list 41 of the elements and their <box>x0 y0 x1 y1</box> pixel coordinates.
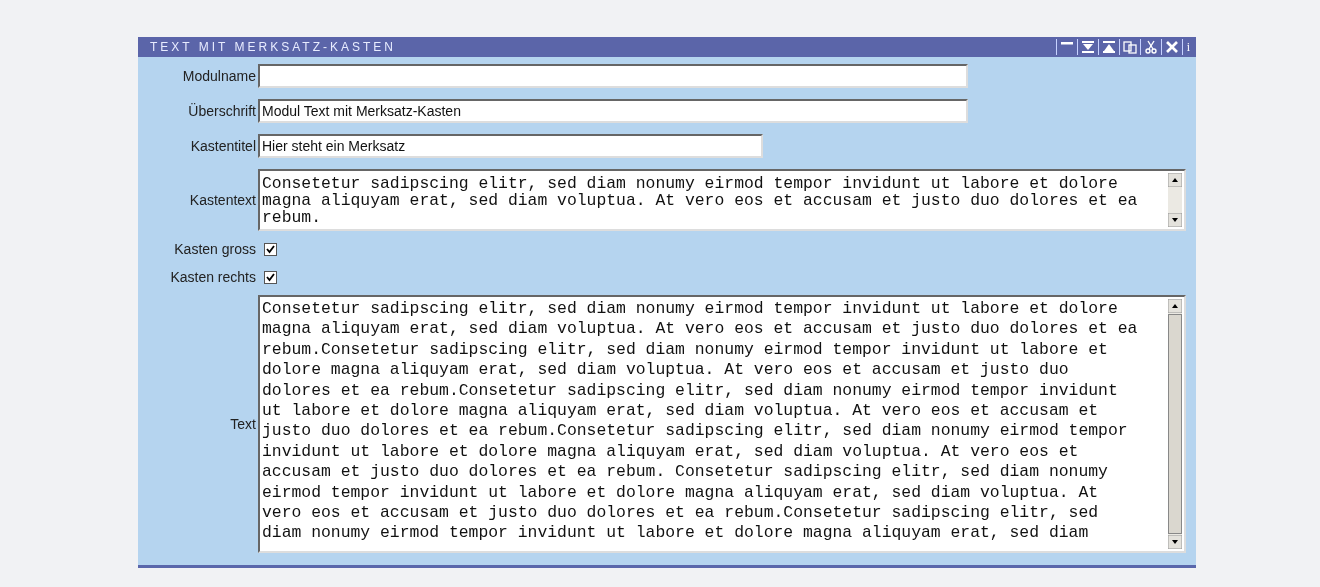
move-up-icon[interactable] <box>1100 39 1117 55</box>
text-line: invidunt ut labore et dolore magna aliquyam erat, sed diam voluptua. At vero eos et <box>262 441 1080 463</box>
field-label: Kastentext <box>188 192 257 208</box>
text-field[interactable] <box>258 64 968 88</box>
text-area[interactable] <box>258 295 1186 553</box>
scroll-down-icon[interactable] <box>1168 213 1182 227</box>
text-line: Consetetur sadipscing elitr, sed diam nonumy eirmod tempor invidunt ut labore et dolore <box>262 299 1119 320</box>
field-label: Modulname <box>181 68 257 84</box>
field-label: Überschrift <box>187 103 257 119</box>
text-line: magna aliquyam erat, sed diam voluptua. At vero eos et accusam et justo duo dolores et ea <box>262 192 1139 209</box>
text-field[interactable]: Modul Text mit Merksatz-Kasten <box>258 99 968 123</box>
text-line: ut labore et dolore magna aliquyam erat, sed diam voluptua. At vero eos et accusam et <box>262 401 1100 422</box>
text-line: magna aliquyam erat, sed diam voluptua. At vero eos et accusam et justo duo dolores et ea <box>262 319 1139 340</box>
copy-icon[interactable] <box>1121 39 1138 55</box>
move-down-icon[interactable] <box>1079 39 1096 55</box>
checkbox[interactable] <box>264 270 277 284</box>
scrollbar[interactable] <box>1168 173 1182 227</box>
scroll-up-icon[interactable] <box>1168 173 1182 187</box>
field-label: Kasten rechts <box>169 269 257 285</box>
text-line: vero eos et accusam et justo duo dolores et ea rebum.Consetetur sadipscing elitr, sed <box>262 503 1100 524</box>
text-line: diam nonumy eirmod tempor invidunt ut labore et dolore magna aliquyam erat, sed diam <box>262 523 1090 544</box>
text-line: Consetetur sadipscing elitr, sed diam nonumy eirmod tempor invidunt ut labore et dolore <box>262 175 1119 192</box>
text-line: justo duo dolores et ea rebum.Consetetur sadipscing elitr, sed diam nonumy eirmod tempor <box>262 421 1129 442</box>
text-field[interactable]: Hier steht ein Merksatz <box>258 134 763 158</box>
field-label: Kastentitel <box>189 138 257 154</box>
scroll-up-icon[interactable] <box>1168 299 1182 313</box>
text-line: rebum. <box>262 209 323 226</box>
text-line: dolore magna aliquyam erat, sed diam voluptua. At vero eos et accusam et justo duo <box>262 360 1070 381</box>
checkbox[interactable] <box>264 242 277 256</box>
close-icon[interactable] <box>1163 39 1180 55</box>
text-line: accusam et justo duo dolores et ea rebum. Consetetur sadipscing elitr, sed diam nonumy <box>262 462 1109 483</box>
info-button[interactable]: i <box>1184 39 1192 55</box>
text-line: rebum.Consetetur sadipscing elitr, sed diam nonumy eirmod tempor invidunt ut labore et <box>262 339 1109 361</box>
text-area[interactable]: Consetetur sadipscing elitr, sed diam nonumy eirmod tempor invidunt ut labore et dolore magna aliquyam erat, sed diam voluptua. At vero eos et accusam et justo duo dolores et ea rebum. <box>258 169 1186 231</box>
field-label: Text <box>229 416 257 432</box>
scroll-down-icon[interactable] <box>1168 535 1182 549</box>
panel-title: TEXT MIT MERKSATZ-KASTEN <box>150 40 397 54</box>
text-line: eirmod tempor invidunt ut labore et dolore magna aliquyam erat, sed diam voluptua. At <box>262 482 1100 504</box>
text-line: dolores et ea rebum.Consetetur sadipscing elitr, sed diam nonumy eirmod tempor invidunt <box>262 380 1119 402</box>
scissors-icon[interactable] <box>1142 39 1159 55</box>
field-label: Kasten gross <box>173 241 257 257</box>
